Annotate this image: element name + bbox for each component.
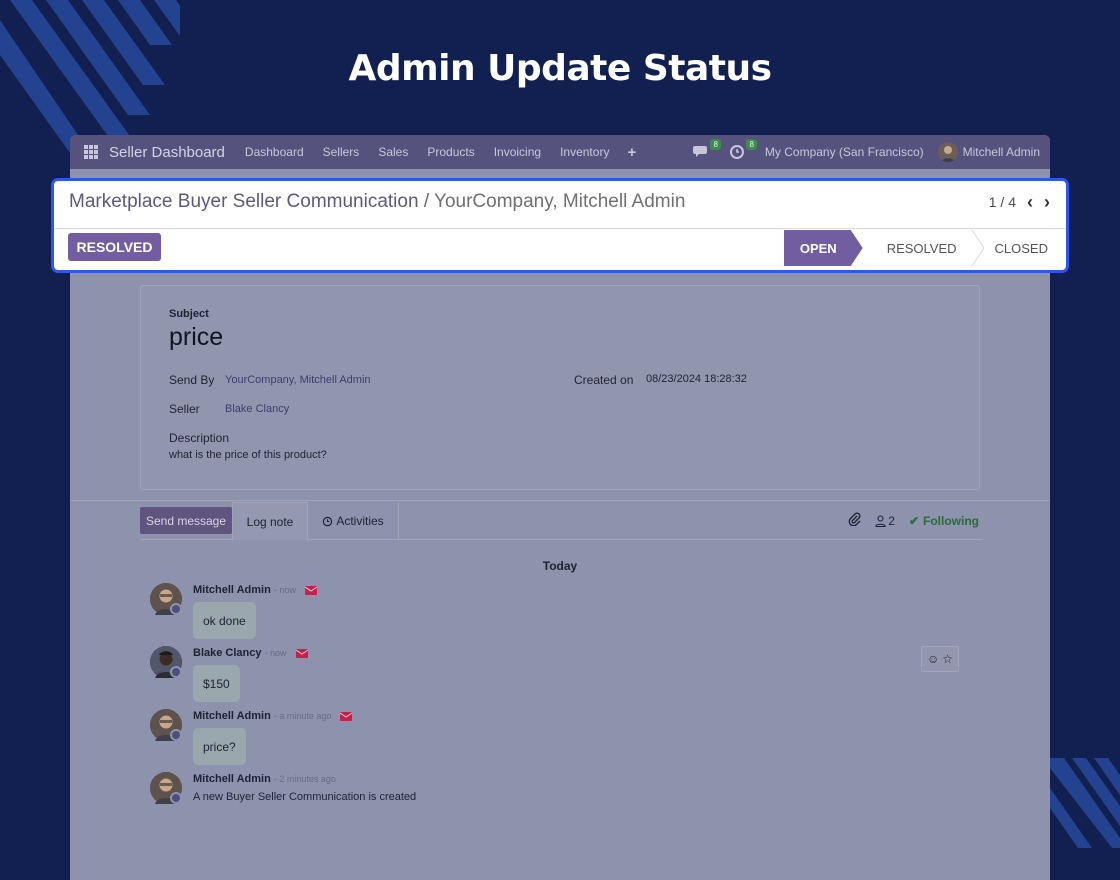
message-actions: ☺ ☆ bbox=[921, 646, 959, 672]
stage-resolved[interactable]: RESOLVED bbox=[862, 230, 971, 266]
nav-brand[interactable]: Seller Dashboard bbox=[109, 144, 225, 161]
message-bubble: ok done bbox=[193, 602, 256, 639]
form-sheet: Subject price Send By YourCompany, Mitch… bbox=[140, 285, 980, 490]
breadcrumb-parent-link[interactable]: Marketplace Buyer Seller Communication bbox=[69, 191, 419, 212]
status-bar: OPEN RESOLVED CLOSED bbox=[784, 230, 1062, 266]
activities-label: Activities bbox=[336, 514, 384, 528]
stage-open[interactable]: OPEN bbox=[784, 230, 863, 266]
message-author[interactable]: Blake Clancy bbox=[193, 647, 261, 659]
following-button[interactable]: ✔ Following bbox=[909, 514, 979, 528]
seller-link[interactable]: Blake Clancy bbox=[225, 403, 289, 415]
created-on-value: 08/23/2024 18:28:32 bbox=[646, 373, 747, 385]
activities-button[interactable]: Activities bbox=[308, 502, 399, 540]
send-message-button[interactable]: Send message bbox=[140, 507, 232, 534]
activities-badge: 8 bbox=[746, 139, 757, 150]
subject-value[interactable]: price bbox=[169, 323, 223, 352]
messages-icon[interactable]: 8 bbox=[692, 139, 721, 161]
send-by-label: Send By bbox=[169, 373, 215, 387]
pager: 1 / 4 ‹ › bbox=[989, 193, 1050, 211]
message-author[interactable]: Mitchell Admin bbox=[193, 710, 271, 722]
envelope-icon bbox=[304, 585, 317, 595]
nav-item-dashboard[interactable]: Dashboard bbox=[245, 145, 304, 159]
messages-badge: 8 bbox=[710, 139, 721, 150]
chatter-toolbar: Send message Log note Activities 2 ✔ Fol… bbox=[140, 502, 982, 540]
clock-icon[interactable]: 8 bbox=[729, 139, 757, 161]
breadcrumb-current: YourCompany, Mitchell Admin bbox=[434, 191, 686, 212]
user-menu[interactable]: Mitchell Admin bbox=[937, 142, 1040, 162]
decorative-stripes-bottom-right bbox=[1050, 758, 1120, 848]
star-icon[interactable]: ☆ bbox=[942, 652, 953, 666]
message-author[interactable]: Mitchell Admin bbox=[193, 773, 271, 785]
subject-label: Subject bbox=[169, 308, 209, 320]
created-on-label: Created on bbox=[574, 373, 634, 387]
user-name: Mitchell Admin bbox=[962, 145, 1040, 159]
nav-item-sellers[interactable]: Sellers bbox=[323, 145, 360, 159]
envelope-icon bbox=[340, 711, 353, 721]
followers-count: 2 bbox=[888, 513, 895, 528]
log-note-button[interactable]: Log note bbox=[232, 502, 308, 540]
chevron-left-icon[interactable]: ‹ bbox=[1027, 193, 1033, 211]
stage-closed[interactable]: CLOSED bbox=[984, 230, 1062, 266]
description-value[interactable]: what is the price of this product? bbox=[169, 449, 327, 461]
message-bubble: price? bbox=[193, 728, 246, 765]
seller-label: Seller bbox=[169, 402, 200, 416]
paperclip-icon[interactable] bbox=[848, 512, 861, 529]
nav-item-sales[interactable]: Sales bbox=[378, 145, 408, 159]
online-status-dot bbox=[170, 792, 182, 804]
user-avatar bbox=[937, 142, 958, 162]
message-time: - a minute ago bbox=[273, 711, 332, 721]
nav-menu: Dashboard Sellers Sales Products Invoici… bbox=[245, 145, 610, 159]
followers-button[interactable]: 2 bbox=[875, 514, 895, 528]
apps-grid-icon[interactable] bbox=[84, 145, 98, 159]
nav-item-products[interactable]: Products bbox=[427, 145, 474, 159]
nav-item-invoicing[interactable]: Invoicing bbox=[494, 145, 541, 159]
message-time: - 2 minutes ago bbox=[273, 774, 336, 784]
hero-title: Admin Update Status bbox=[348, 48, 772, 89]
message-time: - now bbox=[264, 648, 287, 658]
pager-value[interactable]: 1 / 4 bbox=[989, 194, 1016, 210]
plus-icon[interactable]: + bbox=[627, 144, 636, 161]
description-label: Description bbox=[169, 431, 230, 445]
smiley-icon[interactable]: ☺ bbox=[927, 652, 939, 666]
user-icon bbox=[875, 514, 886, 527]
clock-icon bbox=[323, 516, 333, 526]
stage-separator-icon bbox=[971, 230, 985, 266]
control-panel-highlight: Marketplace Buyer Seller Communication /… bbox=[51, 178, 1069, 273]
chevron-right-icon[interactable]: › bbox=[1044, 193, 1050, 211]
message-bubble: $150 bbox=[193, 665, 240, 702]
following-label: Following bbox=[923, 513, 979, 528]
divider bbox=[70, 500, 1050, 501]
send-by-link[interactable]: YourCompany, Mitchell Admin bbox=[225, 374, 371, 386]
breadcrumb-separator: / bbox=[423, 191, 430, 212]
resolved-button[interactable]: RESOLVED bbox=[68, 233, 161, 261]
envelope-icon bbox=[295, 648, 308, 658]
breadcrumb: Marketplace Buyer Seller Communication /… bbox=[69, 191, 685, 213]
date-separator: Today bbox=[542, 559, 578, 573]
online-status-dot bbox=[170, 729, 182, 741]
top-navbar: Seller Dashboard Dashboard Sellers Sales… bbox=[70, 135, 1050, 169]
online-status-dot bbox=[170, 666, 182, 678]
note-body: A new Buyer Seller Communication is crea… bbox=[193, 791, 417, 803]
check-icon: ✔ bbox=[908, 513, 919, 528]
message-time: - now bbox=[273, 585, 296, 595]
message-author[interactable]: Mitchell Admin bbox=[193, 584, 271, 596]
divider bbox=[54, 228, 1066, 229]
nav-item-inventory[interactable]: Inventory bbox=[560, 145, 609, 159]
company-switcher[interactable]: My Company (San Francisco) bbox=[765, 145, 924, 159]
online-status-dot bbox=[170, 603, 182, 615]
